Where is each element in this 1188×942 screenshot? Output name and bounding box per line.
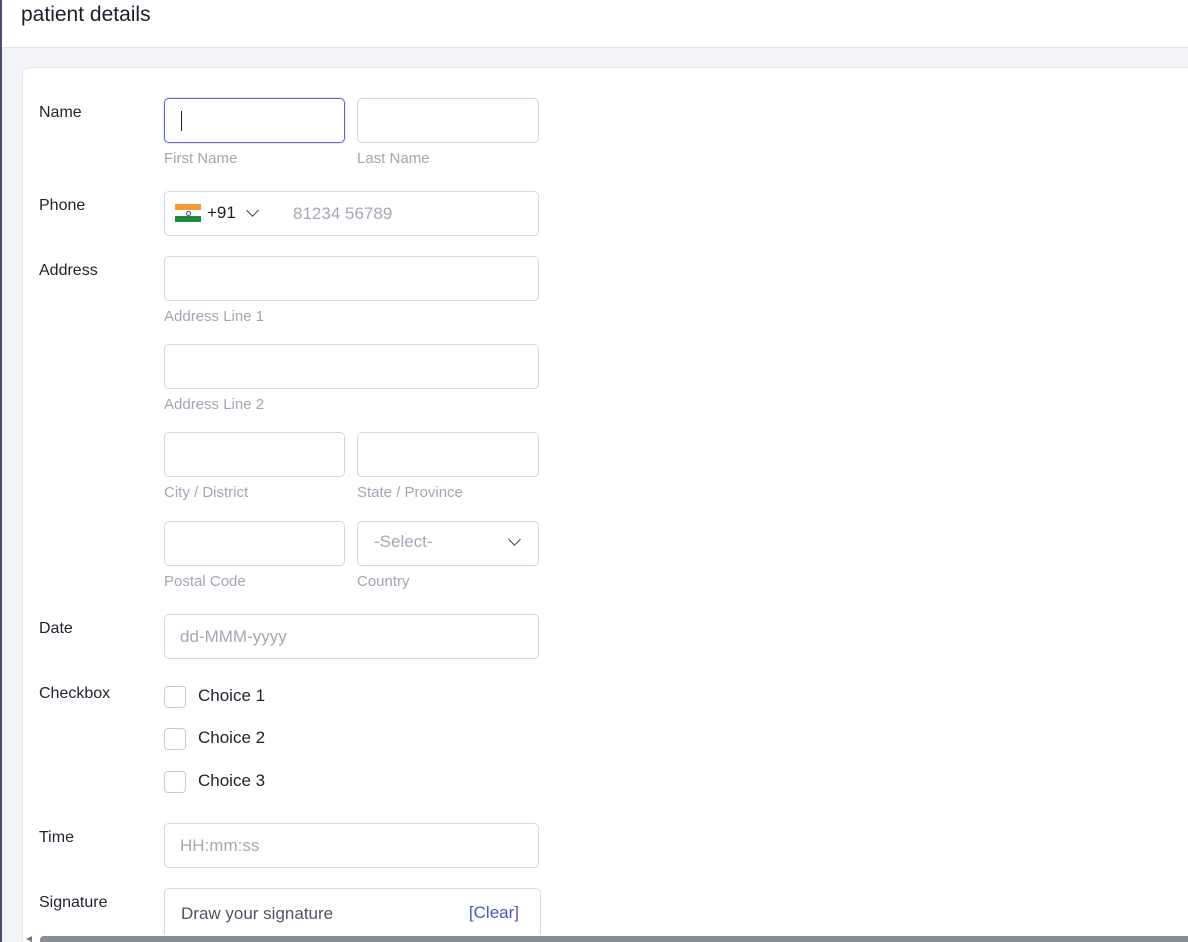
state-sublabel: State / Province: [357, 484, 463, 501]
last-name-sublabel: Last Name: [357, 150, 430, 167]
time-input[interactable]: HH:mm:ss: [164, 823, 539, 868]
postal-code-input[interactable]: [164, 521, 345, 566]
phone-number-input[interactable]: 81234 56789: [293, 204, 392, 224]
chevron-down-icon: [246, 204, 259, 217]
country-code-dropdown[interactable]: +91: [165, 192, 275, 235]
choice-1-label[interactable]: Choice 1: [198, 686, 265, 706]
signature-label: Signature: [39, 894, 108, 911]
dial-code: +91: [207, 203, 236, 222]
date-input[interactable]: dd-MMM-yyyy: [164, 614, 539, 659]
chevron-down-icon: [508, 533, 521, 546]
phone-field: +91 81234 56789: [164, 191, 539, 236]
first-name-sublabel: First Name: [164, 150, 238, 167]
country-selected-value: -Select-: [374, 532, 433, 551]
country-select[interactable]: -Select-: [357, 521, 539, 566]
signature-clear-link[interactable]: [Clear]: [469, 903, 519, 923]
india-flag-icon: [175, 204, 201, 222]
phone-label: Phone: [39, 197, 86, 214]
date-placeholder: dd-MMM-yyyy: [180, 627, 287, 646]
choice-1-checkbox[interactable]: [164, 686, 186, 708]
time-label: Time: [39, 829, 74, 846]
date-label: Date: [39, 620, 73, 637]
address-line1-sublabel: Address Line 1: [164, 308, 265, 325]
city-sublabel: City / District: [164, 484, 249, 501]
name-label: Name: [39, 104, 82, 121]
address-label: Address: [39, 262, 98, 279]
signature-placeholder: Draw your signature: [181, 904, 334, 923]
horizontal-scrollbar[interactable]: [40, 936, 1188, 942]
address-line1-input[interactable]: [164, 256, 539, 301]
choice-2-checkbox[interactable]: [164, 728, 186, 750]
city-input[interactable]: [164, 432, 345, 477]
address-line2-input[interactable]: [164, 344, 539, 389]
last-name-input[interactable]: [357, 98, 539, 143]
time-placeholder: HH:mm:ss: [180, 836, 260, 855]
country-sublabel: Country: [357, 573, 410, 590]
window-left-border: [0, 0, 2, 942]
text-caret: [181, 111, 182, 131]
checkbox-label: Checkbox: [39, 685, 111, 702]
signature-pad[interactable]: Draw your signature [Clear]: [164, 888, 541, 934]
choice-3-checkbox[interactable]: [164, 771, 186, 793]
first-name-input[interactable]: [164, 98, 345, 143]
address-line2-sublabel: Address Line 2: [164, 396, 265, 413]
scroll-left-arrow-icon[interactable]: [26, 936, 32, 942]
choice-3-label[interactable]: Choice 3: [198, 771, 265, 791]
state-input[interactable]: [357, 432, 539, 477]
postal-code-sublabel: Postal Code: [164, 573, 246, 590]
page-title: patient details: [21, 3, 151, 26]
choice-2-label[interactable]: Choice 2: [198, 728, 265, 748]
page-header: patient details: [2, 0, 1188, 48]
